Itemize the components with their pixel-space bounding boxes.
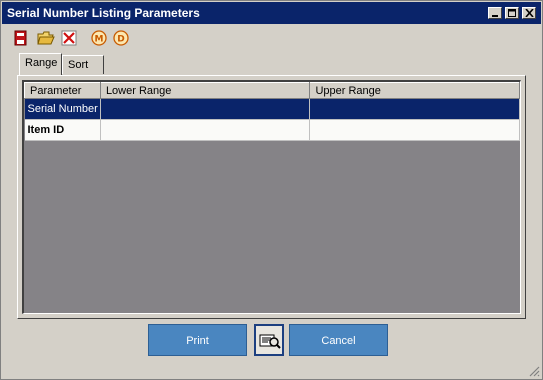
parameter-cell[interactable]: Serial Number xyxy=(24,98,101,120)
table-row[interactable]: Item ID xyxy=(24,119,520,141)
dialog-window: Serial Number Listing Parameters M D Ran… xyxy=(0,0,543,380)
close-button[interactable] xyxy=(522,7,536,19)
minimize-button[interactable] xyxy=(488,7,502,19)
delete-button[interactable] xyxy=(59,28,79,48)
upper-range-cell[interactable] xyxy=(309,98,520,120)
save-button[interactable] xyxy=(11,28,31,48)
print-preview-icon xyxy=(259,334,281,349)
column-header-upper-range[interactable]: Upper Range xyxy=(309,82,520,99)
tab-sort[interactable]: Sort xyxy=(62,55,104,74)
save-icon xyxy=(14,30,27,46)
open-folder-icon xyxy=(37,31,55,45)
d-circle-icon: D xyxy=(113,30,129,46)
maximize-button[interactable] xyxy=(505,7,519,19)
minimize-icon xyxy=(492,15,498,17)
column-header-lower-range[interactable]: Lower Range xyxy=(99,82,311,99)
resize-grip-icon[interactable] xyxy=(528,365,540,377)
d-button[interactable]: D xyxy=(111,28,131,48)
m-circle-icon: M xyxy=(91,30,107,46)
parameter-grid: Parameter Lower Range Upper Range Serial… xyxy=(22,80,521,314)
column-header-parameter[interactable]: Parameter xyxy=(24,82,101,99)
table-row[interactable]: Serial Number xyxy=(24,98,520,120)
print-preview-button[interactable] xyxy=(254,324,284,356)
title-bar[interactable]: Serial Number Listing Parameters xyxy=(2,2,541,24)
parameter-table: Parameter Lower Range Upper Range Serial… xyxy=(24,82,520,141)
close-icon xyxy=(525,9,534,17)
cancel-button[interactable]: Cancel xyxy=(289,324,388,356)
upper-range-cell[interactable] xyxy=(309,119,520,141)
grid-header-row: Parameter Lower Range Upper Range xyxy=(24,82,520,99)
lower-range-cell[interactable] xyxy=(100,119,311,141)
delete-icon xyxy=(61,30,77,46)
tab-range[interactable]: Range xyxy=(19,53,62,75)
open-button[interactable] xyxy=(35,28,55,48)
tab-strip: Range Sort xyxy=(19,53,419,75)
svg-text:M: M xyxy=(95,35,104,45)
window-title: Serial Number Listing Parameters xyxy=(7,6,200,20)
maximize-icon xyxy=(508,9,516,17)
toolbar: M D xyxy=(11,28,211,50)
lower-range-cell[interactable] xyxy=(100,98,311,120)
svg-text:D: D xyxy=(117,35,124,45)
m-button[interactable]: M xyxy=(89,28,109,48)
parameter-cell[interactable]: Item ID xyxy=(24,119,101,141)
print-button[interactable]: Print xyxy=(148,324,247,356)
